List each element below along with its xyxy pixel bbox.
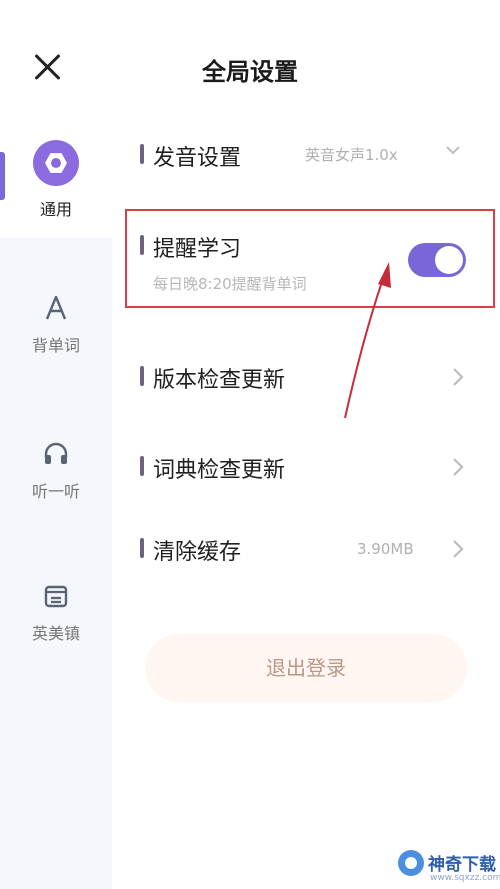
sidebar-item-label: 英美镇 [31, 624, 80, 643]
toggle-knob [435, 246, 463, 274]
sidebar-item-listen[interactable]: 听一听 [0, 440, 112, 502]
watermark: 神奇下载 www.sqxzz.com [394, 846, 500, 889]
row-title: 清除缓存 [153, 540, 242, 565]
chevron-right-icon [453, 368, 464, 386]
watermark-logo-icon [398, 850, 424, 876]
row-title: 提醒学习 [153, 237, 242, 262]
watermark-url: www.sqxzz.com [430, 873, 500, 883]
setting-row-pronunciation[interactable]: 发音设置 英音女声1.0x [125, 130, 497, 180]
row-accent-bar [140, 456, 144, 476]
gear-icon [33, 140, 79, 186]
sidebar-item-label: 背单词 [31, 336, 80, 355]
sidebar-item-vocabulary[interactable]: 背单词 [0, 294, 112, 356]
watermark-name: 神奇下载 [428, 855, 496, 875]
page-title: 全局设置 [202, 58, 298, 86]
row-title: 词典检查更新 [153, 458, 286, 483]
reminder-toggle[interactable] [408, 243, 466, 277]
headphones-icon [44, 442, 68, 464]
sidebar-item-general[interactable]: 通用 [0, 128, 112, 238]
row-title: 发音设置 [153, 146, 242, 171]
setting-row-version-check[interactable]: 版本检查更新 [125, 350, 497, 406]
town-icon [44, 585, 68, 608]
letter-a-icon [45, 295, 67, 320]
sidebar-item-label: 通用 [39, 200, 72, 219]
sidebar-item-label: 听一听 [31, 482, 80, 501]
chevron-right-icon [453, 540, 464, 558]
reminder-subtitle: 每日晚8:20提醒背单词 [153, 275, 307, 293]
cache-size-value: 3.90MB [357, 540, 414, 558]
close-icon[interactable] [30, 50, 66, 86]
row-accent-bar [140, 144, 144, 164]
sidebar-item-town[interactable]: 英美镇 [0, 582, 112, 644]
logout-button[interactable]: 退出登录 [145, 634, 467, 702]
chevron-right-icon [453, 458, 464, 476]
setting-row-reminder[interactable]: 提醒学习 每日晚8:20提醒背单词 [125, 209, 497, 308]
row-accent-bar [140, 366, 144, 386]
row-title: 版本检查更新 [153, 368, 286, 393]
setting-row-dictionary-check[interactable]: 词典检查更新 [125, 440, 497, 496]
row-accent-bar [140, 538, 144, 558]
sidebar: 通用 背单词 听一听 英美镇 [0, 128, 112, 889]
active-indicator [0, 152, 5, 200]
setting-row-clear-cache[interactable]: 清除缓存 3.90MB [125, 522, 497, 578]
chevron-down-icon [446, 146, 460, 155]
header-bar: 全局设置 [0, 0, 500, 130]
pronunciation-value: 英音女声1.0x [305, 146, 398, 164]
row-accent-bar [140, 235, 144, 255]
